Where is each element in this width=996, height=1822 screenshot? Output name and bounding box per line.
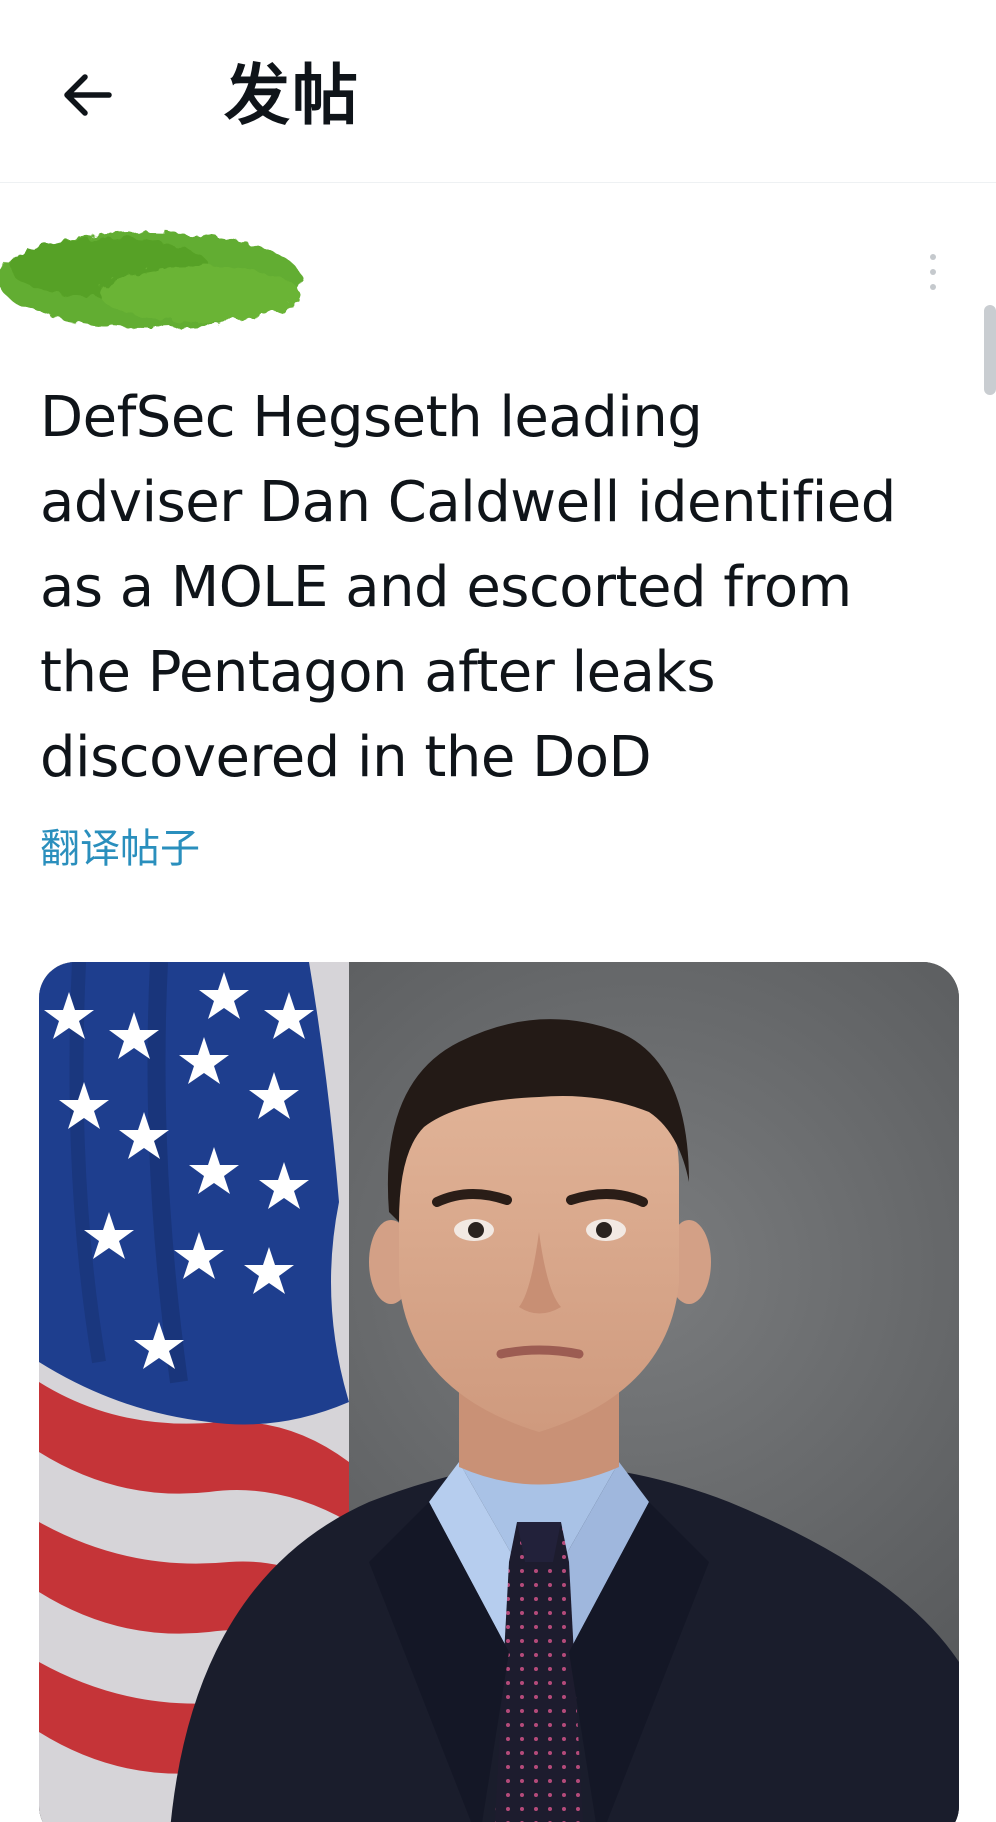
arrow-left-icon	[64, 74, 112, 116]
post-text-line: the Pentagon after leaks	[40, 640, 716, 705]
translate-post-link[interactable]: 翻译帖子	[40, 822, 200, 876]
post-detail-screen: 发帖 DefSec Hegseth leading adviser Dan Ca…	[0, 0, 996, 1822]
post-text: DefSec Hegseth leading adviser Dan Caldw…	[40, 375, 970, 800]
post-text-line: adviser Dan Caldwell identified	[40, 470, 896, 535]
post-text-line: DefSec Hegseth leading	[40, 385, 703, 450]
page-title: 发帖	[224, 57, 360, 134]
top-bar: 发帖	[0, 0, 996, 183]
post-text-line: as a MOLE and escorted from	[40, 555, 852, 620]
more-options-button[interactable]	[918, 250, 948, 294]
post-text-line: discovered in the DoD	[40, 725, 652, 790]
post-image[interactable]	[39, 962, 959, 1822]
redacted-author-info	[0, 218, 318, 346]
scrollbar-thumb[interactable]	[984, 305, 996, 395]
more-vertical-icon	[930, 254, 936, 290]
back-button[interactable]	[52, 60, 122, 130]
